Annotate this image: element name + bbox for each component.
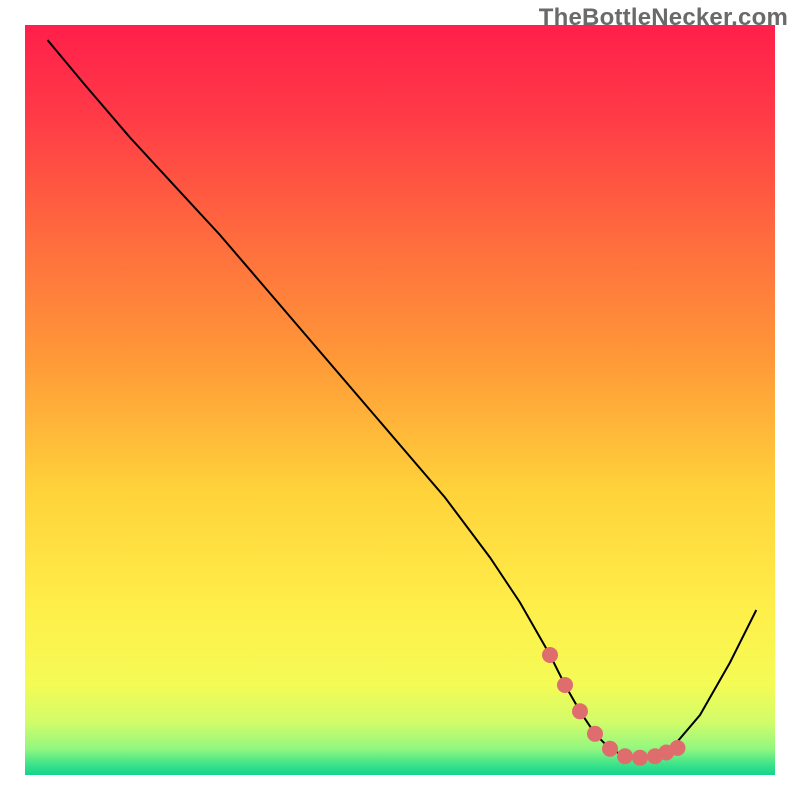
sweet-spot-dot [670,740,686,756]
sweet-spot-dot [572,703,588,719]
sweet-spot-dot [587,726,603,742]
sweet-spot-dot [557,677,573,693]
sweet-spot-dot [542,647,558,663]
watermark-label: TheBottleNecker.com [539,4,788,32]
bottleneck-chart: TheBottleNecker.com [0,0,800,800]
sweet-spot-dot [617,748,633,764]
sweet-spot-dot [632,750,648,766]
plot-background [25,25,775,775]
plot-svg [0,0,800,800]
sweet-spot-dot [602,741,618,757]
